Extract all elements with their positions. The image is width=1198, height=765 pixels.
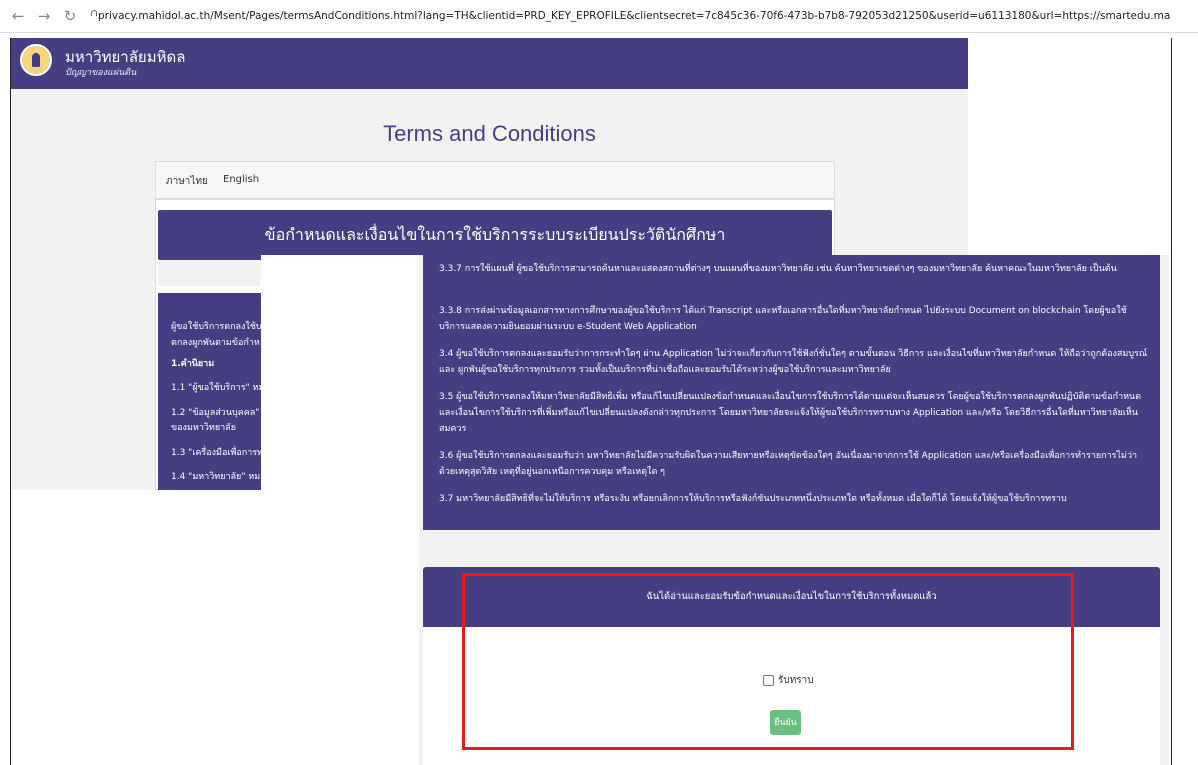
page-frame-right <box>1171 38 1172 765</box>
forward-arrow-icon[interactable]: → <box>36 7 52 25</box>
intro-line: ตกลงผูกพันตามข้อกำห <box>171 338 260 348</box>
url-text[interactable]: privacy.mahidol.ac.th/Msent/Pages/termsA… <box>98 10 1170 22</box>
document-title: ข้อกำหนดและเงื่อนไขในการใช้บริการระบบระเ… <box>158 210 832 260</box>
term-3-5: 3.5 ผู้ขอใช้บริการตกลงให้มหาวิทยาลัยมีสิ… <box>439 392 1142 434</box>
term-3-3-7: 3.3.7 การใช้แผนที่ ผู้ขอใช้บริการสามารถค… <box>439 264 1117 274</box>
definition-item: ของมหาวิทยาลัย <box>171 423 236 433</box>
tab-english[interactable]: English <box>223 174 259 185</box>
language-tabs: ภาษาไทย English <box>155 161 835 199</box>
terms-panel: 3.3.7 การใช้แผนที่ ผู้ขอใช้บริการสามารถค… <box>423 255 1160 530</box>
back-arrow-icon[interactable]: ← <box>10 7 26 25</box>
address-bar[interactable]: privacy.mahidol.ac.th/Msent/Pages/termsA… <box>90 10 1170 22</box>
reload-icon[interactable]: ↻ <box>62 7 78 25</box>
tab-thai[interactable]: ภาษาไทย <box>166 174 208 189</box>
intro-line: ผู้ขอใช้บริการตกลงใช้บ <box>171 322 262 332</box>
definition-item: 1.1 "ผู้ขอใช้บริการ" หมาย <box>171 383 275 393</box>
term-3-3-8: 3.3.8 การส่งผ่านข้อมูลเอกสารทางการศึกษาข… <box>439 306 1127 332</box>
site-header: มหาวิทยาลัยมหิดล ปัญญาของแผ่นดิน <box>11 38 968 89</box>
definitions-heading: 1.คำนิยาม <box>171 359 215 369</box>
browser-toolbar: ← → ↻ privacy.mahidol.ac.th/Msent/Pages/… <box>0 0 1198 33</box>
page-title: Terms and Conditions <box>383 121 596 146</box>
term-3-7: 3.7 มหาวิทยาลัยมีสิทธิที่จะไม่ให้บริการ … <box>439 494 1067 504</box>
university-subtitle: ปัญญาของแผ่นดิน <box>65 68 137 78</box>
term-3-4: 3.4 ผู้ขอใช้บริการตกลงและยอมรับว่าการกระ… <box>439 349 1148 375</box>
highlight-annotation <box>462 573 1074 750</box>
university-logo <box>20 44 52 76</box>
definition-item: 1.4 "มหาวิทยาลัย" หมาย <box>171 472 271 482</box>
definition-item: 1.3 "เครื่องมือเพื่อการท <box>171 448 264 458</box>
definition-item: 1.2 "ข้อมูลส่วนบุคคล" ห <box>171 408 269 418</box>
term-3-6: 3.6 ผู้ขอใช้บริการตกลงและยอมรับว่า มหาวิ… <box>439 451 1138 477</box>
